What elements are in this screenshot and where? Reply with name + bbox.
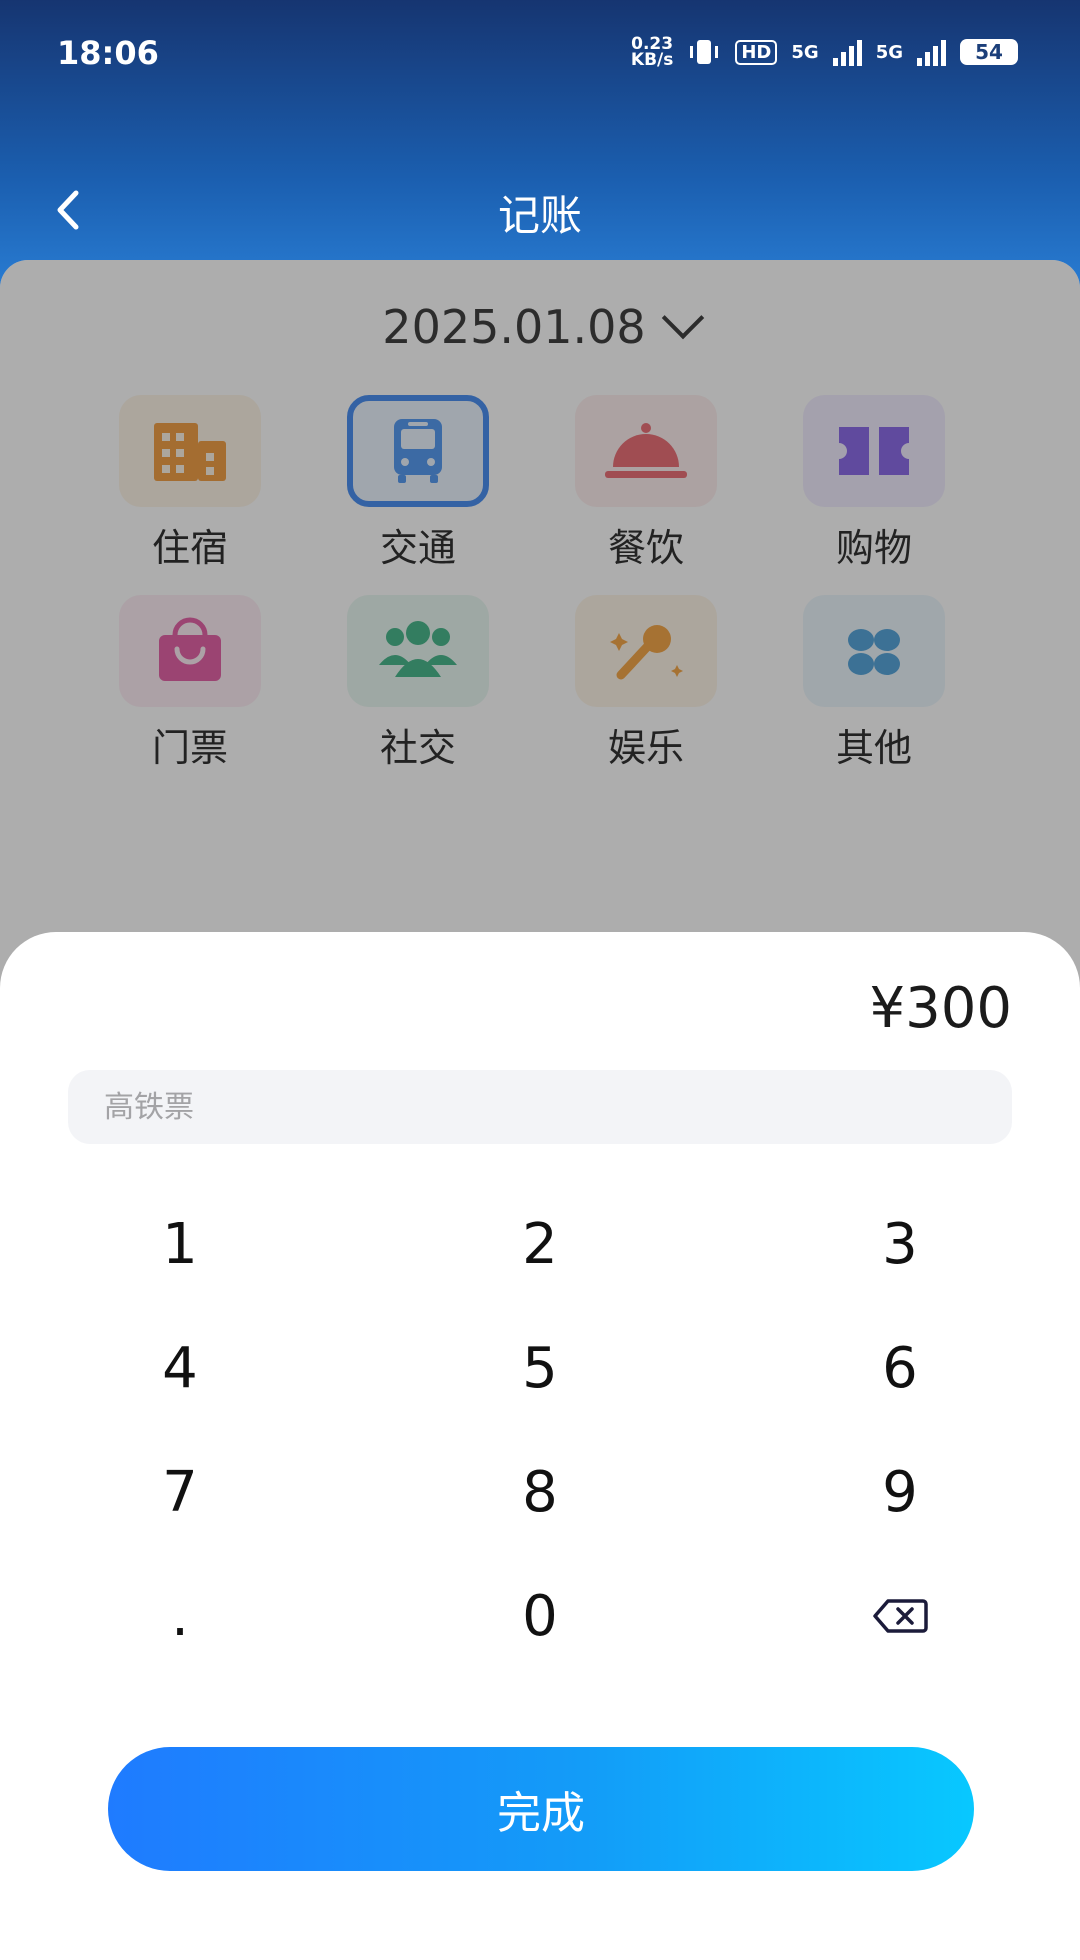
key-decimal[interactable]: . [0, 1554, 360, 1678]
status-icons: 0.23 KB/s HD 5G 5G 54 [630, 34, 1018, 70]
hd-badge: HD [735, 39, 778, 65]
signal-label-2: 5G [875, 41, 903, 63]
nav-bar: 记账 [0, 170, 1080, 250]
signal-bars-1-icon [832, 38, 862, 66]
key-0[interactable]: 0 [360, 1554, 720, 1678]
signal-bars-2-icon [917, 38, 946, 66]
done-button[interactable]: 完成 [108, 1747, 974, 1871]
key-3[interactable]: 3 [720, 1182, 1080, 1306]
backspace-key[interactable] [720, 1554, 1080, 1678]
status-time: 18:06 [57, 34, 159, 72]
key-7[interactable]: 7 [0, 1430, 360, 1554]
note-input[interactable] [68, 1070, 1012, 1144]
status-bar: 18:06 0.23 KB/s HD 5G 5G 54 [0, 0, 1080, 105]
key-4[interactable]: 4 [0, 1306, 360, 1430]
signal-label-1: 5G [791, 41, 819, 63]
key-9[interactable]: 9 [720, 1430, 1080, 1554]
key-5[interactable]: 5 [360, 1306, 720, 1430]
key-6[interactable]: 6 [720, 1306, 1080, 1430]
vibrate-icon [690, 40, 719, 64]
battery-icon: 54 [960, 39, 1018, 65]
key-2[interactable]: 2 [360, 1182, 720, 1306]
amount-input-sheet: ¥300 1 2 3 4 5 6 7 8 9 . 0 完成 [0, 932, 1080, 1932]
key-8[interactable]: 8 [360, 1430, 720, 1554]
key-1[interactable]: 1 [0, 1182, 360, 1306]
amount-display: ¥300 [869, 976, 1012, 1041]
page-title: 记账 [497, 191, 582, 240]
backspace-icon [873, 1599, 928, 1633]
network-speed: 0.23 KB/s [630, 34, 674, 70]
